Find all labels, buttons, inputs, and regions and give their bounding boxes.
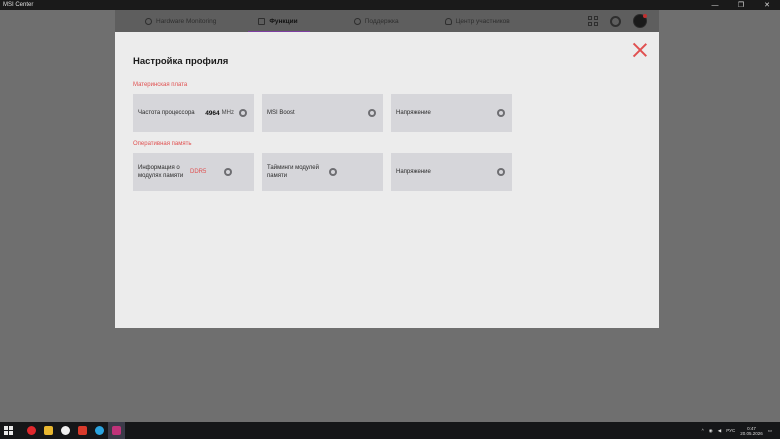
top-nav: Hardware Monitoring Функции Поддержка Це…	[115, 10, 659, 32]
user-icon	[444, 17, 452, 25]
section-label-memory: Оперативная память	[133, 141, 192, 147]
gear-icon[interactable]	[239, 109, 247, 117]
apps-grid-icon[interactable]	[588, 16, 598, 26]
clock[interactable]: 0:47 20.05.2026	[740, 426, 763, 436]
card-label: Информация о модулях памяти	[138, 165, 184, 179]
close-window-button[interactable]: ✕	[754, 0, 780, 10]
clock-date: 20.05.2026	[740, 430, 763, 436]
taskbar-telegram[interactable]	[91, 422, 108, 439]
cpu-frequency-value: 4964	[205, 109, 220, 117]
card-cpu-frequency[interactable]: Частота процессора 4964 MHz	[133, 94, 254, 132]
card-label: Напряжение	[396, 110, 431, 116]
msi-dragon-logo[interactable]	[633, 14, 647, 28]
card-voltage-motherboard[interactable]: Напряжение	[391, 94, 512, 132]
taskbar: ^ ◉ ◀ РУС 0:47 20.05.2026 ▭	[0, 422, 780, 439]
taskbar-yandex[interactable]	[57, 422, 74, 439]
minimize-button[interactable]: —	[702, 0, 728, 10]
tab-support[interactable]: Поддержка	[353, 10, 399, 32]
maximize-button[interactable]: ❐	[728, 0, 754, 10]
support-icon	[353, 17, 361, 25]
app-icon	[78, 426, 87, 435]
taskbar-app-red[interactable]	[74, 422, 91, 439]
gear-icon[interactable]	[224, 168, 233, 176]
gear-icon[interactable]	[368, 109, 376, 117]
msi-center-icon	[112, 426, 121, 435]
window-title-bar: MSI Center — ❐ ✕	[0, 0, 780, 10]
profile-settings-panel: Настройка профиля Материнская плата Част…	[115, 32, 659, 328]
start-button[interactable]	[0, 422, 17, 439]
gear-icon[interactable]	[497, 168, 505, 176]
gauge-icon	[145, 17, 152, 25]
tab-label: Hardware Monitoring	[156, 17, 217, 25]
yandex-icon	[61, 426, 70, 435]
card-memory-timings[interactable]: Тайминги модулей памяти	[262, 153, 383, 191]
card-msi-boost[interactable]: MSI Boost	[262, 94, 383, 132]
cpu-frequency-unit: MHz	[221, 110, 234, 116]
opera-icon	[27, 426, 36, 435]
card-label: Тайминги модулей памяти	[267, 165, 319, 179]
taskbar-opera[interactable]	[23, 422, 40, 439]
features-icon	[258, 17, 266, 25]
settings-gear-icon[interactable]	[610, 15, 621, 27]
card-memory-info[interactable]: Информация о модулях памяти DDR5	[133, 153, 254, 191]
section-label-motherboard: Материнская плата	[133, 82, 188, 88]
telegram-icon	[95, 426, 104, 435]
tab-member-center[interactable]: Центр участников	[444, 10, 510, 32]
tab-hardware-monitoring[interactable]: Hardware Monitoring	[145, 10, 216, 32]
card-label: MSI Boost	[267, 110, 295, 116]
taskbar-explorer[interactable]	[40, 422, 57, 439]
notifications-icon[interactable]: ▭	[768, 428, 772, 434]
folder-icon	[44, 426, 53, 435]
windows-icon	[4, 426, 13, 435]
gear-icon[interactable]	[329, 168, 337, 176]
tab-label: Центр участников	[455, 17, 510, 25]
card-label: Частота процессора	[138, 110, 195, 116]
taskbar-msi-center[interactable]	[108, 422, 125, 439]
tab-label: Функции	[269, 17, 298, 25]
tab-label: Поддержка	[364, 17, 399, 25]
close-icon[interactable]	[633, 43, 647, 57]
window-title: MSI Center	[3, 2, 34, 8]
page-title: Настройка профиля	[133, 56, 229, 67]
tab-features[interactable]: Функции	[248, 10, 311, 32]
tray-chevron-icon[interactable]: ^	[702, 428, 704, 433]
keyboard-language[interactable]: РУС	[726, 428, 735, 433]
network-icon[interactable]: ◉	[709, 428, 713, 434]
card-label: Напряжение	[396, 169, 431, 175]
card-voltage-memory[interactable]: Напряжение	[391, 153, 512, 191]
system-tray: ^ ◉ ◀ РУС 0:47 20.05.2026 ▭	[702, 426, 780, 436]
volume-icon[interactable]: ◀	[718, 428, 721, 434]
memory-type-value: DDR5	[190, 169, 207, 175]
gear-icon[interactable]	[497, 109, 505, 117]
